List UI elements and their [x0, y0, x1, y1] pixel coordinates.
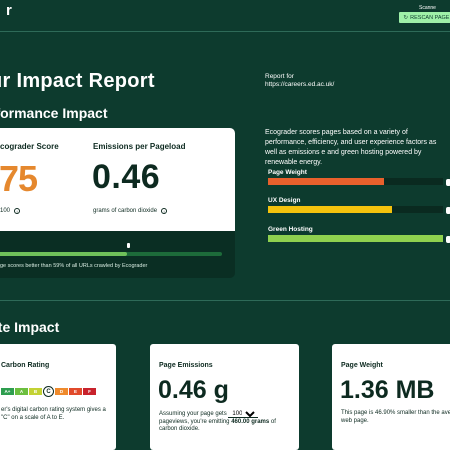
page-weight-card: Page Weight 1.36 MB This page is 46.90% … [332, 344, 450, 450]
page-emissions-title: Page Emissions [159, 362, 213, 369]
metric-fill [268, 206, 393, 213]
carbon-rating-scale: A+ A B C D E F [1, 386, 96, 397]
emissions-sub: grams of carbon dioxide i [93, 208, 168, 214]
app-logo[interactable]: r [6, 2, 12, 19]
climate-section-title: ate Impact [0, 319, 60, 335]
pageviews-select[interactable]: 1000 [228, 410, 259, 418]
section-divider [0, 300, 450, 301]
metric-label: Green Hosting [268, 226, 313, 233]
metric-label: Page Weight [268, 169, 307, 176]
score-progress-fill [0, 252, 127, 256]
page-title: ur Impact Report [0, 70, 155, 92]
metric-track [268, 235, 443, 242]
score-note: ge scores better than 59% of all URLs cr… [0, 263, 148, 269]
page-weight-text: This page is 46.90% smaller than the ave… [341, 410, 450, 424]
metric-marker [446, 236, 450, 243]
rescan-page-button[interactable]: ↻ RESCAN PAGE [399, 12, 450, 23]
report-url[interactable]: https://careers.ed.ac.uk/ [265, 81, 334, 89]
carbon-rating-text: er's digital carbon rating system gives … [1, 407, 106, 421]
metric-green-hosting: Green Hosting [268, 226, 443, 242]
emissions-value: 0.46 [92, 158, 161, 196]
page-emissions-card: Page Emissions 0.46 g Assuming your page… [150, 344, 299, 450]
ecograder-score-heading: cograder Score [0, 142, 59, 151]
metric-track [268, 178, 443, 185]
performance-card: cograder Score Emissions per Pageload 75… [0, 128, 235, 278]
emitting-value: 460.00 grams [231, 418, 270, 425]
rating-cell: A [15, 388, 28, 395]
report-for-label: Report for [265, 73, 294, 80]
score-max: 100 [0, 208, 11, 214]
rating-cell: A+ [1, 388, 14, 395]
ecograder-score-value: 75 [0, 158, 38, 199]
rating-cell: B [29, 388, 42, 395]
metric-fill [268, 178, 384, 185]
score-description: Ecograder scores pages based on a variet… [265, 129, 437, 166]
info-icon[interactable]: i [161, 208, 168, 214]
carbon-rating-title: Carbon Rating [1, 362, 50, 369]
score-progress-bar [0, 243, 222, 256]
score-marker [126, 243, 130, 248]
info-icon[interactable]: i [14, 208, 21, 214]
page-emissions-value: 0.46 g [158, 376, 229, 404]
rating-cell: E [69, 388, 82, 395]
page-weight-value: 1.36 MB [340, 376, 435, 404]
metric-track [268, 206, 443, 213]
page-weight-title: Page Weight [341, 362, 383, 369]
metric-ux-design: UX Design [268, 197, 443, 213]
metric-marker [446, 207, 450, 214]
rating-cell: F [83, 388, 96, 395]
header-divider [0, 31, 450, 32]
carbon-rating-card: Carbon Rating A+ A B C D E F er's digital carb… [0, 344, 116, 450]
emissions-heading: Emissions per Pageload [93, 142, 186, 151]
metric-label: UX Design [268, 197, 301, 204]
ecograder-score-sub: 100 i [0, 208, 21, 214]
rating-cell: D [55, 388, 68, 395]
performance-section-title: rformance Impact [0, 105, 108, 121]
assuming-prefix: Assuming your page gets [159, 411, 227, 417]
rescan-label: RESCAN PAGE [410, 14, 450, 21]
report-for: Report for https://careers.ed.ac.uk/ [265, 73, 334, 89]
metric-marker [446, 179, 450, 186]
metric-page-weight: Page Weight [268, 169, 443, 185]
metric-fill [268, 235, 443, 242]
scanner-label: Scanne [419, 5, 436, 11]
refresh-icon: ↻ [403, 14, 409, 21]
rating-selected: C [43, 386, 54, 397]
emissions-unit: grams of carbon dioxide [93, 208, 158, 214]
emissions-explanation: Assuming your page gets 1000 pageviews, … [159, 410, 294, 434]
pageviews-suffix: pageviews, you're emitting [159, 418, 230, 425]
